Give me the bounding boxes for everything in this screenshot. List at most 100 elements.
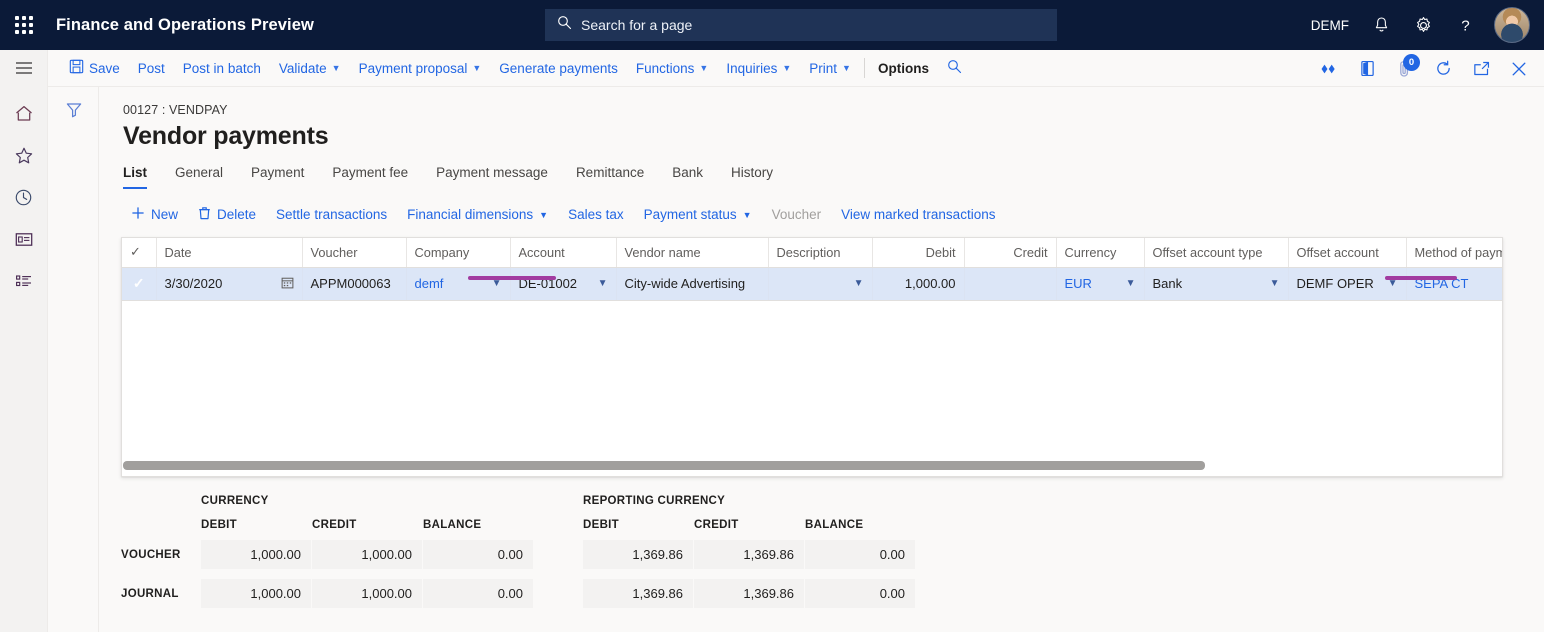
tab-payment[interactable]: Payment	[237, 165, 318, 189]
grid-scroll-region: ✓ Date Voucher Company Account Vendor na…	[122, 238, 1502, 476]
scrollbar-thumb[interactable]	[123, 461, 1205, 470]
refresh-icon[interactable]	[1424, 50, 1462, 87]
column-header-debit[interactable]: Debit	[872, 238, 964, 267]
command-validate-label: Validate	[279, 61, 327, 76]
help-icon[interactable]: ?	[1446, 0, 1484, 50]
settings-icon[interactable]	[1404, 0, 1442, 50]
chevron-down-icon: ▼	[699, 63, 708, 73]
filter-strip	[48, 87, 99, 632]
chevron-down-icon[interactable]: ▼	[854, 278, 864, 289]
cell-voucher[interactable]: APPM000063	[302, 267, 406, 300]
command-print[interactable]: Print▼	[800, 50, 860, 87]
search-placeholder: Search for a page	[581, 17, 692, 33]
page-content: 00127 : VENDPAY Vendor payments List Gen…	[99, 87, 1544, 632]
chevron-down-icon[interactable]: ▼	[1270, 278, 1280, 289]
save-icon	[69, 59, 84, 77]
command-inquiries[interactable]: Inquiries▼	[717, 50, 800, 87]
column-header-currency[interactable]: Currency	[1056, 238, 1144, 267]
cell-date[interactable]: 3/30/2020	[156, 267, 302, 300]
chevron-down-icon: ▼	[842, 63, 851, 73]
column-header-vendor-name[interactable]: Vendor name	[616, 238, 768, 267]
view-marked-transactions-button[interactable]: View marked transactions	[831, 202, 1005, 227]
voucher-label: Voucher	[772, 207, 822, 222]
search-input[interactable]: Search for a page	[545, 9, 1057, 41]
vendor-payments-grid: ✓ Date Voucher Company Account Vendor na…	[121, 237, 1503, 477]
cell-offset-account-type[interactable]: Bank ▼	[1144, 267, 1288, 300]
cell-company[interactable]: demf ▼	[406, 267, 510, 300]
column-header-company[interactable]: Company	[406, 238, 510, 267]
close-icon[interactable]	[1500, 50, 1538, 87]
cell-debit[interactable]: 1,000.00	[872, 267, 964, 300]
user-avatar[interactable]	[1494, 7, 1530, 43]
delete-button[interactable]: Delete	[188, 201, 266, 228]
column-header-offset-account[interactable]: Offset account	[1288, 238, 1406, 267]
row-select-checkbox[interactable]: ✓	[122, 267, 156, 300]
company-selector[interactable]: DEMF	[1302, 0, 1358, 50]
payment-status-button[interactable]: Payment status▼	[634, 202, 762, 227]
sidebar-item-favorites[interactable]	[0, 134, 48, 176]
command-options[interactable]: Options	[869, 50, 938, 87]
company-field-marker	[468, 276, 556, 280]
cell-company-value[interactable]: demf	[415, 276, 444, 291]
command-post[interactable]: Post	[129, 50, 174, 87]
cell-description[interactable]: ▼	[768, 267, 872, 300]
cell-method-of-payment[interactable]: SEPA CT	[1406, 267, 1502, 300]
chevron-down-icon[interactable]: ▼	[598, 278, 608, 289]
command-save[interactable]: Save	[60, 50, 129, 87]
column-header-voucher[interactable]: Voucher	[302, 238, 406, 267]
sales-tax-button[interactable]: Sales tax	[558, 202, 634, 227]
personalize-icon[interactable]	[1310, 50, 1348, 87]
column-header-account[interactable]: Account	[510, 238, 616, 267]
notifications-icon[interactable]	[1362, 0, 1400, 50]
command-generate-payments[interactable]: Generate payments	[490, 50, 627, 87]
column-header-offset-account-type[interactable]: Offset account type	[1144, 238, 1288, 267]
grid-horizontal-scrollbar[interactable]	[123, 461, 1501, 470]
office-app-icon[interactable]	[1348, 50, 1386, 87]
financial-dimensions-button[interactable]: Financial dimensions▼	[397, 202, 558, 227]
open-in-new-window-icon[interactable]	[1462, 50, 1500, 87]
tab-general[interactable]: General	[161, 165, 237, 189]
tab-payment-message[interactable]: Payment message	[422, 165, 562, 189]
sidebar-item-recent[interactable]	[0, 176, 48, 218]
column-header-credit[interactable]: Credit	[964, 238, 1056, 267]
filter-funnel-icon[interactable]	[48, 87, 99, 133]
voucher-reporting-credit: 1,369.86	[694, 540, 804, 569]
chevron-down-icon[interactable]: ▼	[1126, 278, 1136, 289]
table-row[interactable]: ✓ 3/30/2020 APPM000063 demf ▼	[122, 267, 1502, 300]
command-validate[interactable]: Validate▼	[270, 50, 350, 87]
cell-vendor-name[interactable]: City-wide Advertising	[616, 267, 768, 300]
calendar-icon[interactable]	[281, 276, 294, 292]
cell-offset-account[interactable]: DEMF OPER ▼	[1288, 267, 1406, 300]
sidebar-item-modules[interactable]	[0, 260, 48, 302]
cell-currency[interactable]: EUR ▼	[1056, 267, 1144, 300]
tab-list[interactable]: List	[123, 165, 161, 189]
cell-offset-account-value: DEMF OPER	[1297, 276, 1374, 291]
menu-icon[interactable]	[0, 50, 48, 86]
command-search-icon-button[interactable]	[938, 50, 971, 87]
sidebar-item-workspaces[interactable]	[0, 218, 48, 260]
column-header-method-of-payment[interactable]: Method of paymer	[1406, 238, 1502, 267]
attachments-icon[interactable]: 0	[1386, 50, 1424, 87]
command-functions[interactable]: Functions▼	[627, 50, 717, 87]
command-post-in-batch[interactable]: Post in batch	[174, 50, 270, 87]
cell-date-value: 3/30/2020	[165, 276, 223, 291]
reporting-currency-group-label: REPORTING CURRENCY	[583, 495, 725, 507]
cell-credit[interactable]	[964, 267, 1056, 300]
tab-remittance[interactable]: Remittance	[562, 165, 658, 189]
new-button[interactable]: New	[121, 201, 188, 228]
tab-bank[interactable]: Bank	[658, 165, 717, 189]
settle-transactions-button[interactable]: Settle transactions	[266, 202, 397, 227]
tab-history[interactable]: History	[717, 165, 787, 189]
column-header-date[interactable]: Date	[156, 238, 302, 267]
app-launcher-icon[interactable]	[0, 0, 48, 50]
command-options-label: Options	[878, 61, 929, 76]
chevron-down-icon: ▼	[539, 210, 548, 220]
tab-payment-fee[interactable]: Payment fee	[318, 165, 422, 189]
sidebar-item-home[interactable]	[0, 92, 48, 134]
cell-account[interactable]: DE-01002 ▼	[510, 267, 616, 300]
column-header-description[interactable]: Description	[768, 238, 872, 267]
select-all-checkbox[interactable]: ✓	[122, 238, 156, 267]
cell-currency-value[interactable]: EUR	[1065, 276, 1092, 291]
journal-currency-balance: 0.00	[423, 579, 533, 608]
command-payment-proposal[interactable]: Payment proposal▼	[350, 50, 491, 87]
